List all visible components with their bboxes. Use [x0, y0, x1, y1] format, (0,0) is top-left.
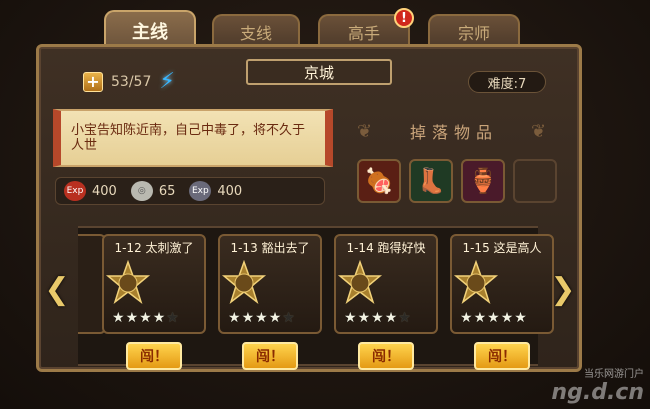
star-empty-icon: ★ — [166, 310, 179, 326]
tab-side-quest[interactable]: 支线 — [212, 14, 300, 48]
exp-icon: Exp — [189, 181, 212, 201]
tab-expert[interactable]: 高手 ! — [318, 8, 414, 48]
tab-master[interactable]: 宗师 — [428, 14, 520, 48]
site-watermark: 当乐网游门户 ng.d.cn — [551, 365, 644, 405]
level-name: 1-13 豁出去了 — [230, 241, 310, 255]
watermark-line1: 当乐网游门户 — [584, 369, 644, 380]
level-card[interactable]: 1-14 跑得好快 ★ ★ ★ ★ ★ — [334, 234, 438, 334]
add-energy-button[interactable]: + — [83, 71, 103, 92]
reward-value: 65 — [158, 183, 176, 199]
star-icon: ★ — [139, 310, 152, 326]
silver-coin-icon: ◎ — [130, 181, 153, 201]
reward-exp-2: Exp 400 — [189, 181, 242, 201]
energy-value: 53/57 — [111, 73, 152, 90]
star-rating: ★ ★ ★ ★ ★ — [460, 310, 527, 326]
lion-medal-icon — [453, 259, 499, 305]
star-icon: ★ — [500, 310, 514, 326]
city-name: 京城 — [246, 59, 392, 85]
reward-bar: Exp 400 ◎ 65 Exp 400 — [55, 177, 325, 205]
star-icon: ★ — [112, 310, 125, 326]
level-card[interactable]: 1-12 太刺激了 ★ ★ ★ ★ ★ — [102, 234, 206, 334]
exp-icon: Exp — [64, 181, 86, 201]
tab-label: 宗师 — [457, 24, 490, 43]
green-boot-icon[interactable]: 👢 — [409, 159, 453, 203]
lion-medal-icon — [221, 259, 267, 305]
reward-silver: ◎ 65 — [130, 181, 176, 201]
star-rating: ★ ★ ★ ★ ★ — [112, 310, 179, 326]
game-screen: 主线 支线 高手 ! 宗师 + 53/57 ⚡ 京城 难度:7 小宝告知陈近南，… — [0, 0, 650, 409]
star-empty-icon: ★ — [282, 310, 295, 326]
cloud-ornament-icon: ❦ — [357, 121, 373, 142]
star-icon: ★ — [514, 310, 527, 326]
lightning-icon: ⚡ — [159, 69, 175, 94]
challenge-button[interactable]: 闯！ — [358, 342, 414, 370]
cloud-ornament-icon: ❦ — [531, 121, 547, 142]
empty-slot — [513, 159, 557, 203]
drops-title: 掉落物品 — [409, 123, 498, 142]
lion-medal-icon — [337, 259, 383, 305]
meat-icon[interactable]: 🍖 — [357, 159, 401, 203]
star-empty-icon: ★ — [398, 310, 411, 326]
tab-label: 支线 — [239, 24, 272, 43]
level-name: 1-15 这是高人 — [462, 241, 542, 255]
drop-items-list: 🍖 👢 🏺 — [357, 159, 557, 203]
star-icon: ★ — [371, 310, 384, 326]
star-icon: ★ — [487, 310, 500, 326]
star-icon: ★ — [125, 310, 139, 326]
challenge-button[interactable]: 闯！ — [126, 342, 182, 370]
star-icon: ★ — [357, 310, 371, 326]
level-name: 1-14 跑得好快 — [346, 241, 426, 255]
reward-exp: Exp 400 — [64, 181, 117, 201]
star-rating: ★ ★ ★ ★ ★ — [228, 310, 295, 326]
lion-medal-icon — [105, 259, 151, 305]
level-card[interactable]: 1-13 豁出去了 ★ ★ ★ ★ ★ — [218, 234, 322, 334]
reward-value: 400 — [92, 183, 117, 199]
tab-label: 高手 — [347, 24, 380, 43]
level-card[interactable]: 1-15 这是高人 ★ ★ ★ ★ ★ — [450, 234, 554, 334]
level-name: 1-12 太刺激了 — [114, 241, 194, 255]
star-icon: ★ — [344, 310, 357, 326]
star-rating: ★ ★ ★ ★ ★ — [344, 310, 411, 326]
star-icon: ★ — [268, 310, 282, 326]
star-icon: ★ — [384, 310, 398, 326]
star-icon: ★ — [473, 310, 487, 326]
story-scroll: 小宝告知陈近南，自己中毒了，将不久于人世 — [53, 109, 333, 167]
star-icon: ★ — [460, 310, 473, 326]
reward-value: 400 — [217, 183, 243, 199]
challenge-button[interactable]: 闯！ — [242, 342, 298, 370]
watermark-line2: ng.d.cn — [551, 380, 644, 405]
challenge-button[interactable]: 闯！ — [474, 342, 530, 370]
star-icon: ★ — [152, 310, 166, 326]
tab-label: 主线 — [132, 22, 168, 43]
star-icon: ★ — [255, 310, 268, 326]
difficulty-badge: 难度:7 — [468, 71, 546, 93]
wine-jar-icon[interactable]: 🏺 — [461, 159, 505, 203]
alert-badge-icon: ! — [394, 8, 414, 28]
star-icon: ★ — [241, 310, 255, 326]
star-icon: ★ — [228, 310, 241, 326]
energy-display: + 53/57 ⚡ — [83, 69, 175, 94]
story-text: 小宝告知陈近南，自己中毒了，将不久于人世 — [71, 123, 306, 153]
scroll-left-arrow-icon[interactable]: ❮ — [40, 268, 74, 312]
